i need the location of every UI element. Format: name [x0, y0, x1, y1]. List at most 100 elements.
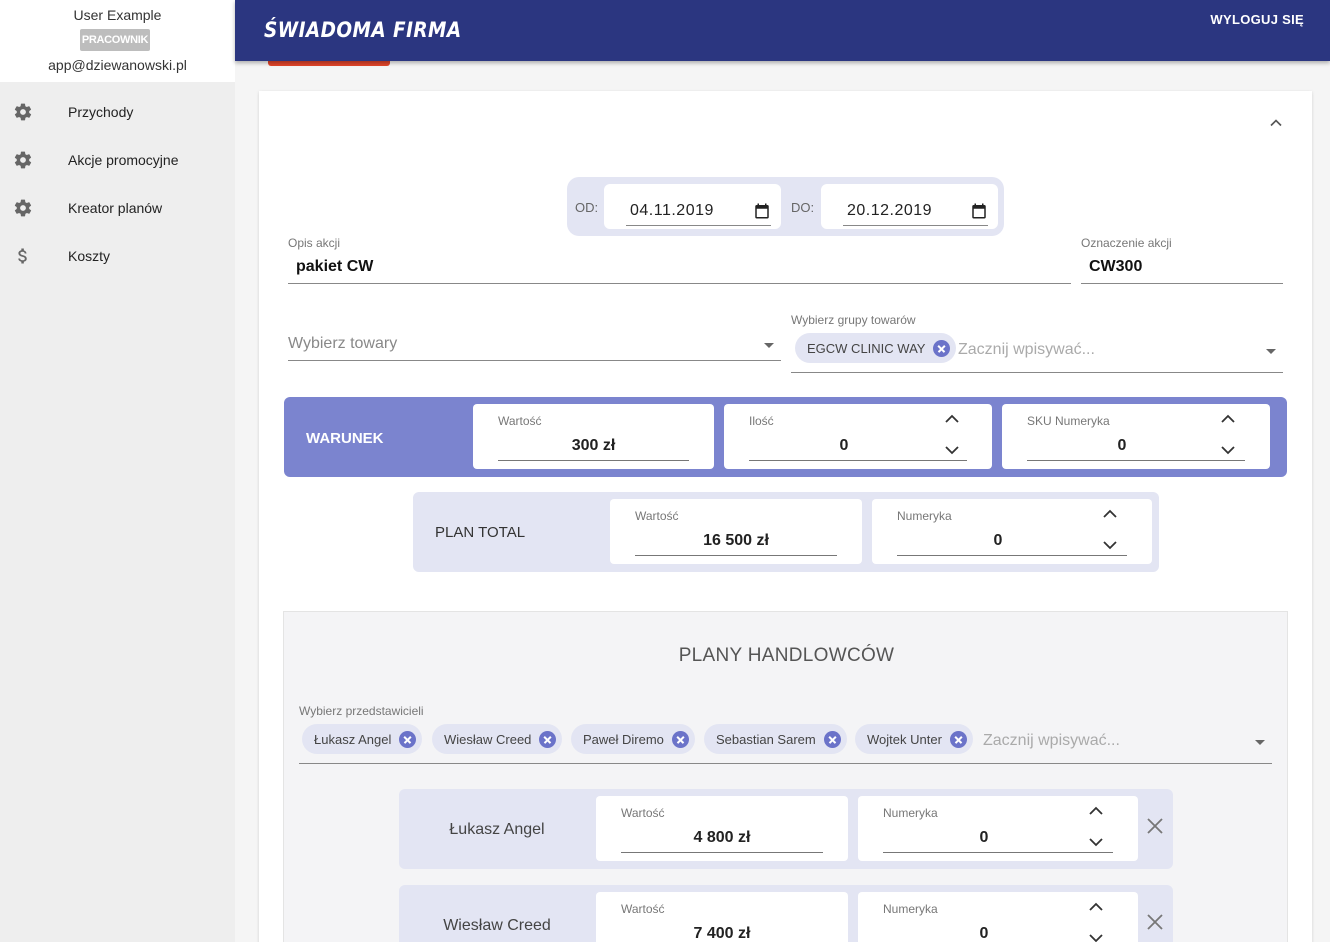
date-range: OD: 04.11.2019 DO: 20.12.2019 [567, 177, 1004, 236]
oznaczenie-underline [1081, 283, 1283, 284]
field-underline [498, 460, 689, 461]
field-value[interactable]: 4 800 zł [621, 829, 823, 847]
chevron-up-icon[interactable] [945, 411, 959, 423]
sidebar: User Example PRACOWNIK app@dziewanowski.… [0, 0, 235, 942]
date-from-label: OD: [575, 200, 599, 215]
sidebar-item-akcje-promocyjne[interactable]: Akcje promocyjne [0, 140, 235, 180]
field-underline [897, 555, 1127, 556]
oznaczenie-input[interactable]: CW300 [1089, 258, 1142, 276]
przedstawiciele-label: Wybierz przedstawicieli [299, 704, 424, 718]
sidebar-item-kreator-planow[interactable]: Kreator planów [0, 188, 235, 228]
grupa-chip[interactable]: EGCW CLINIC WAY [795, 333, 957, 363]
field-value[interactable]: 0 [1027, 437, 1217, 455]
field-label: Numeryka [897, 509, 952, 523]
field-label: Numeryka [883, 902, 938, 916]
remove-chip-icon[interactable] [949, 730, 967, 748]
close-icon[interactable] [1147, 818, 1163, 834]
chevron-up-icon[interactable] [1089, 803, 1103, 815]
field-value[interactable]: 16 500 zł [635, 532, 837, 550]
warunek-sku-field[interactable]: SKU Numeryka 0 [1002, 404, 1270, 469]
rep-chip[interactable]: Sebastian Sarem [704, 724, 847, 754]
gear-icon [13, 150, 33, 170]
przedstawiciele-search-input[interactable]: Zacznij wpisywać... [983, 732, 1120, 750]
gear-icon [13, 198, 33, 218]
chip-label: Paweł Diremo [583, 731, 664, 747]
top-app-bar: ŚWIADOMA FIRMA WYLOGUJ SIĘ [235, 0, 1330, 61]
chip-label: Sebastian Sarem [716, 731, 816, 747]
calendar-icon[interactable] [753, 202, 771, 220]
opis-underline [288, 283, 1071, 284]
date-to-label: DO: [791, 200, 815, 215]
close-icon[interactable] [1147, 914, 1163, 930]
remove-chip-icon[interactable] [399, 730, 417, 748]
warunek-wartosc-field[interactable]: Wartość 300 zł [473, 404, 714, 469]
rep-numeryka-field[interactable]: Numeryka 0 [858, 796, 1138, 861]
chevron-down-icon[interactable] [1221, 442, 1235, 455]
opis-input[interactable]: pakiet CW [296, 258, 373, 276]
field-value[interactable]: 0 [883, 829, 1085, 847]
logout-button[interactable]: WYLOGUJ SIĘ [1210, 12, 1304, 27]
dropdown-arrow-icon[interactable] [764, 343, 774, 348]
remove-chip-icon[interactable] [539, 730, 557, 748]
field-label: Wartość [635, 509, 679, 523]
date-from-underline [626, 225, 771, 226]
chevron-down-icon[interactable] [1089, 834, 1103, 847]
chevron-up-icon[interactable] [1221, 411, 1235, 423]
plan-total-panel: PLAN TOTAL Wartość 16 500 zł Numeryka 0 [413, 492, 1159, 572]
plan-total-wartosc-field[interactable]: Wartość 16 500 zł [610, 499, 862, 564]
field-underline [883, 852, 1113, 853]
rep-numeryka-field[interactable]: Numeryka 0 [858, 892, 1138, 942]
chevron-down-icon[interactable] [1103, 537, 1117, 550]
field-label: Ilość [749, 414, 774, 428]
rep-chip[interactable]: Wojtek Unter [855, 724, 973, 754]
rep-chip[interactable]: Wiesław Creed [432, 724, 563, 754]
date-from-value: 04.11.2019 [630, 202, 714, 219]
field-value[interactable]: 0 [897, 532, 1099, 550]
oznaczenie-label: Oznaczenie akcji [1081, 236, 1172, 250]
warunek-panel: WARUNEK Wartość 300 zł Ilość 0 SKU Numer… [284, 397, 1287, 477]
przedstawiciele-underline [299, 763, 1272, 764]
grupy-underline [791, 372, 1283, 373]
chip-label: Wiesław Creed [444, 731, 532, 747]
chevron-up-icon[interactable] [1266, 113, 1286, 133]
sidebar-item-label: Kreator planów [68, 200, 163, 216]
chevron-down-icon[interactable] [945, 442, 959, 455]
remove-chip-icon[interactable] [933, 339, 951, 357]
user-name: User Example [73, 7, 162, 23]
rep-chip[interactable]: Paweł Diremo [571, 724, 695, 754]
user-role-badge: PRACOWNIK [80, 29, 150, 51]
date-to-field[interactable]: 20.12.2019 [821, 184, 998, 229]
sidebar-item-label: Akcje promocyjne [68, 152, 179, 168]
chevron-up-icon[interactable] [1103, 506, 1117, 518]
towary-underline [288, 360, 781, 361]
remove-chip-icon[interactable] [823, 730, 841, 748]
towary-select[interactable]: Wybierz towary [288, 335, 397, 353]
rep-plan-row: Łukasz Angel Wartość 4 800 zł Numeryka 0 [399, 789, 1173, 869]
calendar-icon[interactable] [970, 202, 988, 220]
remove-chip-icon[interactable] [671, 730, 689, 748]
date-from-field[interactable]: 04.11.2019 [604, 184, 781, 229]
warunek-ilosc-field[interactable]: Ilość 0 [724, 404, 992, 469]
field-value[interactable]: 0 [883, 925, 1085, 942]
warunek-label: WARUNEK [306, 430, 384, 447]
rep-wartosc-field[interactable]: Wartość 7 400 zł [596, 892, 848, 942]
grupy-search-input[interactable]: Zacznij wpisywać... [958, 341, 1095, 359]
field-label: Wartość [498, 414, 542, 428]
dropdown-arrow-icon[interactable] [1266, 349, 1276, 354]
dropdown-arrow-icon[interactable] [1255, 740, 1265, 745]
sidebar-item-przychody[interactable]: Przychody [0, 92, 235, 132]
field-value[interactable]: 7 400 zł [621, 925, 823, 942]
chip-label: Wojtek Unter [867, 731, 942, 747]
field-underline [621, 852, 823, 853]
sidebar-item-koszty[interactable]: Koszty [0, 236, 235, 276]
field-label: SKU Numeryka [1027, 414, 1110, 428]
chevron-up-icon[interactable] [1089, 899, 1103, 911]
plan-total-numeryka-field[interactable]: Numeryka 0 [872, 499, 1152, 564]
chevron-down-icon[interactable] [1089, 930, 1103, 942]
rep-wartosc-field[interactable]: Wartość 4 800 zł [596, 796, 848, 861]
field-value[interactable]: 0 [749, 437, 939, 455]
rep-chip[interactable]: Łukasz Angel [302, 724, 423, 754]
field-label: Numeryka [883, 806, 938, 820]
sidebar-item-label: Koszty [68, 248, 111, 264]
field-value[interactable]: 300 zł [498, 437, 689, 455]
